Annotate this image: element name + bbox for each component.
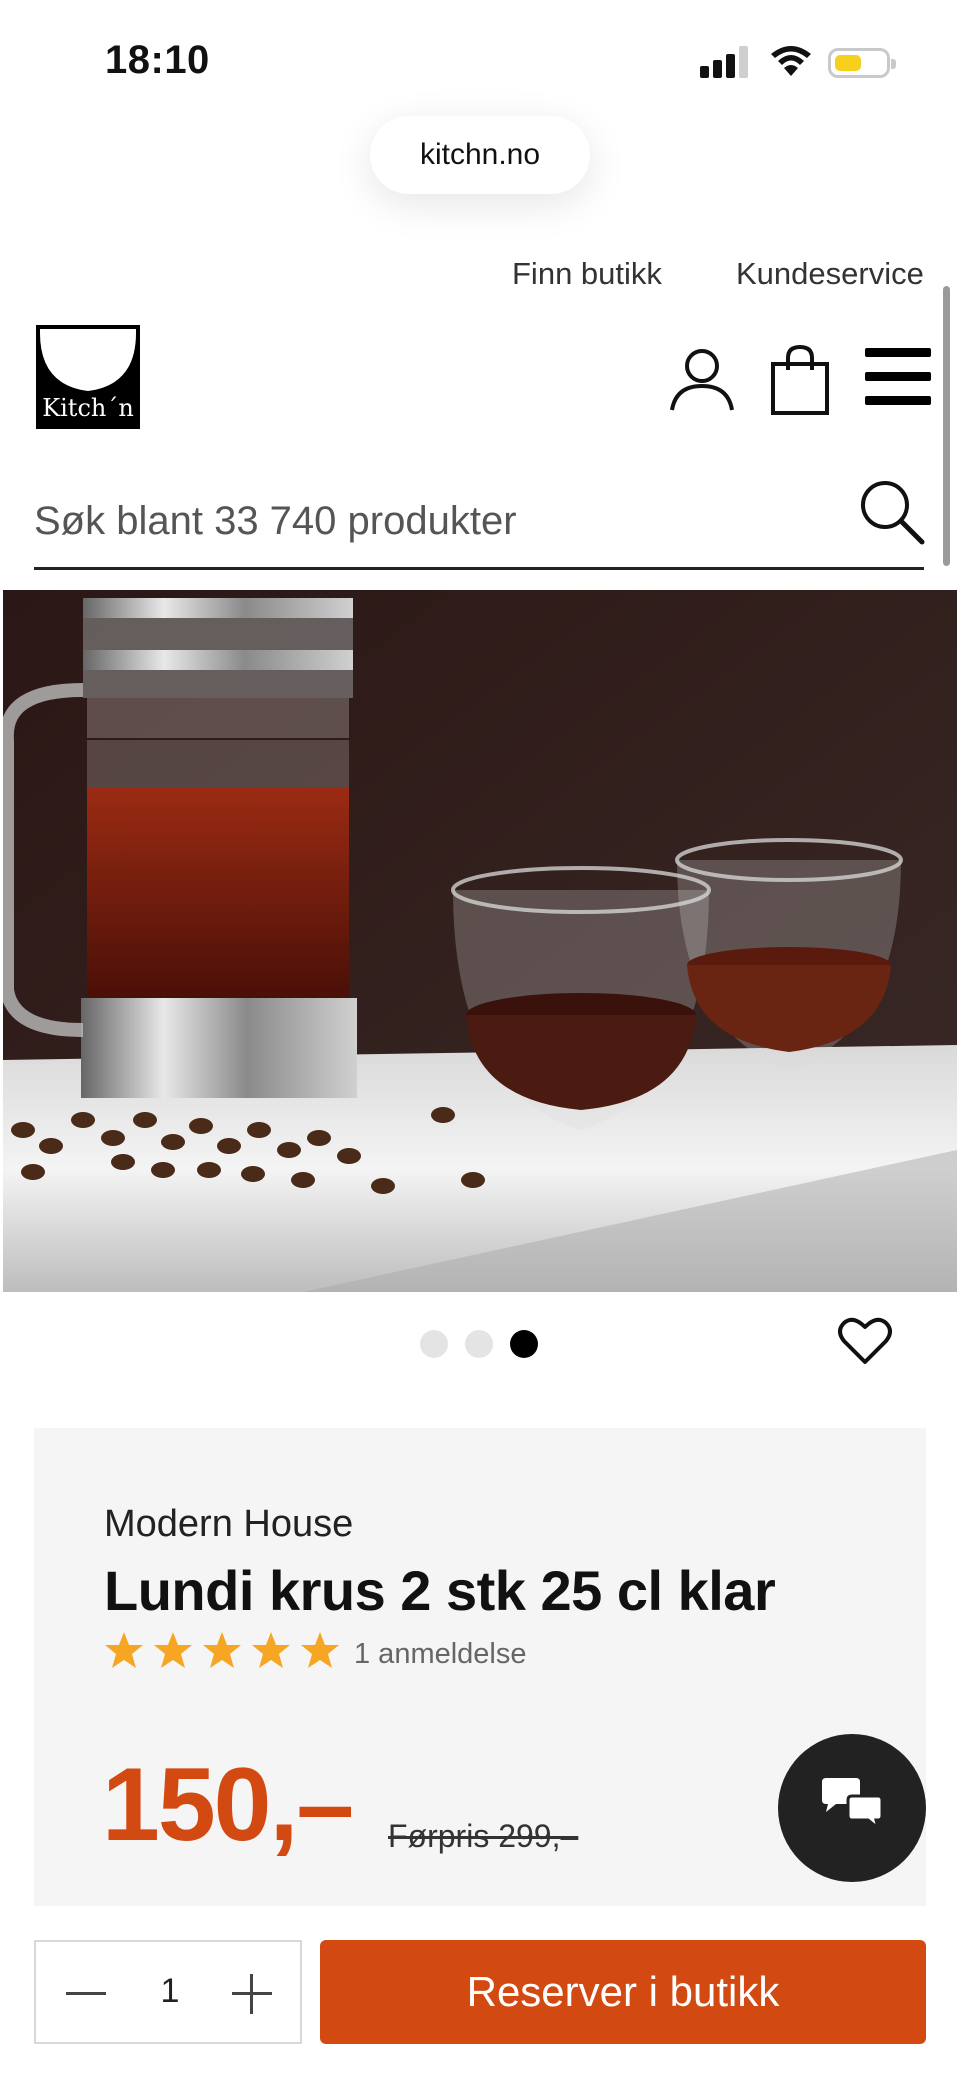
plus-icon[interactable] bbox=[232, 1974, 272, 2014]
kitchn-logo[interactable]: Kitch´n bbox=[36, 325, 140, 429]
status-time: 18:10 bbox=[105, 38, 210, 82]
carousel-dot-1[interactable] bbox=[420, 1330, 448, 1358]
quantity-stepper: 1 bbox=[34, 1940, 302, 2044]
star-icon bbox=[203, 1632, 241, 1668]
previous-price: Førpris 299,– bbox=[388, 1818, 579, 1854]
user-icon[interactable] bbox=[668, 346, 736, 414]
product-brand[interactable]: Modern House bbox=[104, 1503, 353, 1546]
product-title: Lundi krus 2 stk 25 cl klar bbox=[104, 1559, 776, 1622]
heart-icon[interactable] bbox=[838, 1316, 892, 1366]
carousel-dot-2[interactable] bbox=[465, 1330, 493, 1358]
product-price: 150,– bbox=[102, 1747, 354, 1863]
search-bar bbox=[34, 472, 924, 570]
find-store-link[interactable]: Finn butikk bbox=[512, 256, 662, 292]
menu-icon[interactable] bbox=[865, 348, 931, 406]
chat-button[interactable] bbox=[778, 1734, 926, 1882]
minus-icon[interactable] bbox=[66, 1982, 106, 2004]
reserve-in-store-button[interactable]: Reserver i butikk bbox=[320, 1940, 926, 2044]
quantity-value[interactable]: 1 bbox=[150, 1972, 190, 2011]
search-icon[interactable] bbox=[858, 478, 926, 546]
address-bar[interactable]: kitchn.no bbox=[370, 116, 590, 194]
search-input[interactable] bbox=[34, 486, 834, 556]
star-icon bbox=[105, 1632, 143, 1668]
star-icon bbox=[301, 1632, 339, 1668]
wifi-icon bbox=[771, 46, 811, 76]
bag-icon[interactable] bbox=[770, 344, 830, 416]
star-icon bbox=[154, 1632, 192, 1668]
product-image[interactable] bbox=[3, 590, 957, 1292]
url-text: kitchn.no bbox=[419, 138, 541, 171]
star-icon bbox=[252, 1632, 290, 1668]
battery-icon bbox=[828, 48, 896, 78]
carousel-dot-3[interactable] bbox=[510, 1330, 538, 1358]
carousel-dots bbox=[420, 1330, 540, 1360]
page-scrollbar[interactable] bbox=[943, 286, 950, 566]
customer-service-link[interactable]: Kundeservice bbox=[736, 256, 924, 292]
signal-icon bbox=[700, 46, 752, 78]
reviews-count-link[interactable]: 1 anmeldelse bbox=[354, 1638, 527, 1671]
rating-stars[interactable] bbox=[104, 1630, 349, 1674]
chat-icon bbox=[822, 1778, 884, 1832]
logo-text: Kitch´n bbox=[42, 394, 134, 422]
